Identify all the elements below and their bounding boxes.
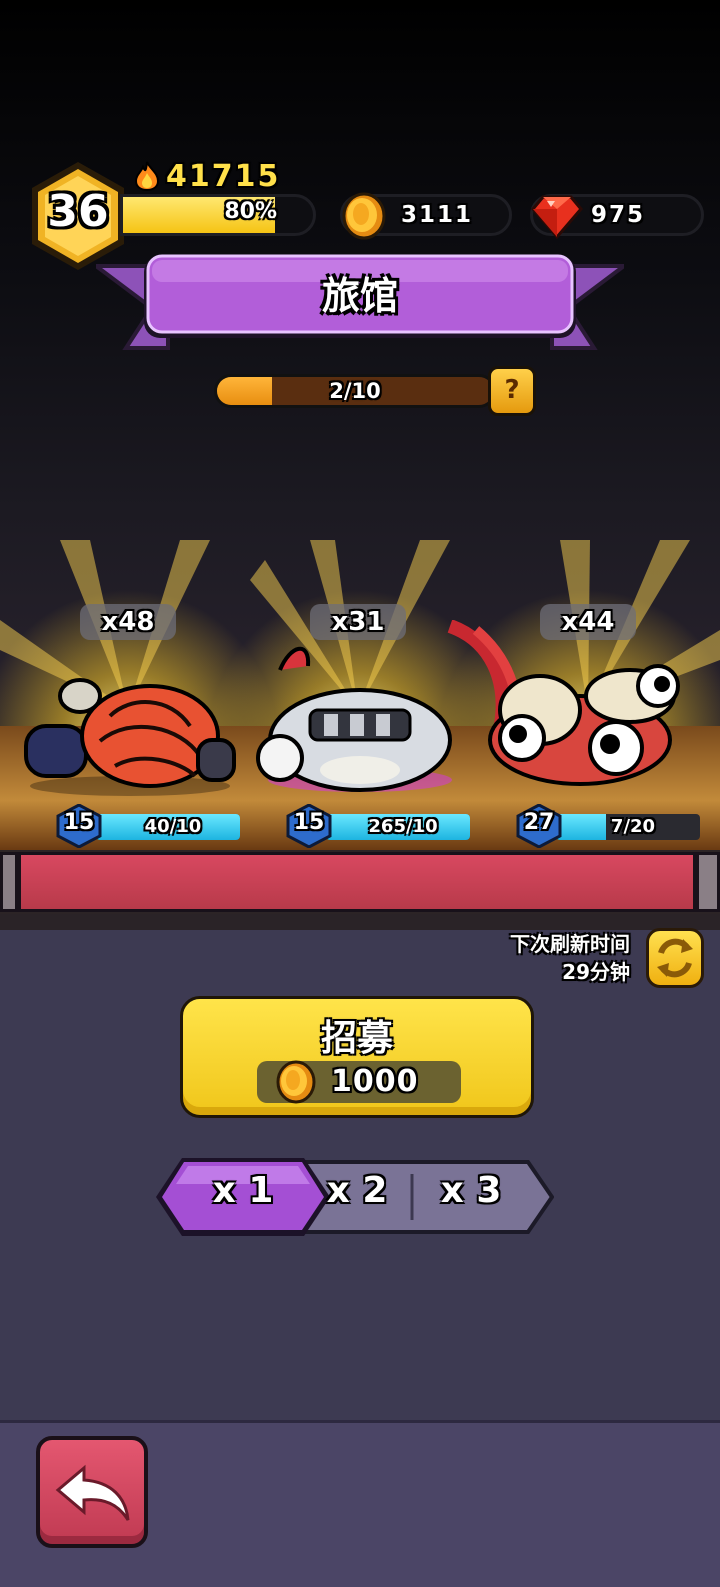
hero-count: x31 bbox=[310, 604, 406, 640]
shard-bar: 7/20 bbox=[556, 814, 700, 840]
shelf-pillar bbox=[696, 852, 720, 912]
shard-bar: 40/10 bbox=[96, 814, 240, 840]
help-button[interactable]: ? bbox=[488, 366, 536, 416]
recruit-label: 招募 bbox=[320, 1018, 393, 1059]
back-button[interactable] bbox=[36, 1436, 148, 1548]
question-icon: ? bbox=[504, 375, 520, 405]
hero-level: 15 bbox=[293, 810, 325, 835]
power-value: 41715 bbox=[166, 158, 281, 194]
hero-slot-1[interactable]: x48 40/10 15 bbox=[20, 600, 250, 860]
recruit-cost: 1000 bbox=[257, 1060, 461, 1104]
multiplier-x1[interactable]: x 1 bbox=[188, 1170, 298, 1211]
gem-value: 975 bbox=[591, 202, 646, 228]
refresh-time: 29分钟 bbox=[562, 960, 630, 984]
hero-level: 27 bbox=[523, 810, 555, 835]
multiplier-x3[interactable]: x 3 bbox=[416, 1170, 526, 1211]
shard-count: 7/20 bbox=[610, 816, 656, 837]
recruit-cost-value: 1000 bbox=[331, 1064, 419, 1099]
player-level: 36 bbox=[47, 186, 109, 237]
shrimp-hero bbox=[447, 620, 680, 786]
multiplier-selector: x 1 x 2 x 3 bbox=[154, 1156, 554, 1238]
coin-value: 3111 bbox=[401, 202, 474, 228]
coin-icon bbox=[276, 1060, 316, 1104]
fire-icon bbox=[134, 161, 160, 191]
ruby-icon bbox=[531, 195, 583, 240]
hermit-crab-hero bbox=[24, 678, 236, 796]
shard-count: 265/10 bbox=[368, 816, 438, 837]
refresh-icon bbox=[657, 938, 693, 978]
progress-label: 2/10 bbox=[329, 379, 381, 403]
refresh-label: 下次刷新时间 bbox=[510, 932, 630, 956]
power-display: 41715 bbox=[134, 158, 280, 194]
knight-helmet-hero bbox=[256, 646, 452, 792]
hero-slot-3[interactable]: x44 7/20 27 bbox=[447, 600, 710, 860]
gem-counter[interactable]: 975 bbox=[530, 194, 704, 240]
inn-progress-bar: 2/10 bbox=[214, 374, 496, 408]
refresh-button[interactable] bbox=[646, 928, 704, 988]
hero-level: 15 bbox=[63, 810, 95, 835]
shelf-pillar bbox=[0, 852, 18, 912]
back-arrow-icon bbox=[55, 1464, 130, 1521]
refresh-info: 下次刷新时间 29分钟 bbox=[510, 930, 630, 986]
multiplier-x2[interactable]: x 2 bbox=[302, 1170, 412, 1211]
shard-count: 40/10 bbox=[144, 816, 202, 837]
hero-count: x48 bbox=[80, 604, 176, 640]
page-title: 旅馆 bbox=[321, 274, 398, 318]
shelf-panel bbox=[18, 852, 696, 912]
recruit-button[interactable]: 招募 1000 bbox=[180, 996, 534, 1118]
coin-counter[interactable]: 3111 bbox=[340, 192, 512, 240]
xp-label: 80% bbox=[224, 199, 277, 224]
coin-icon bbox=[342, 192, 386, 240]
xp-bar: 80% bbox=[120, 194, 316, 236]
shard-bar: 265/10 bbox=[326, 814, 470, 840]
